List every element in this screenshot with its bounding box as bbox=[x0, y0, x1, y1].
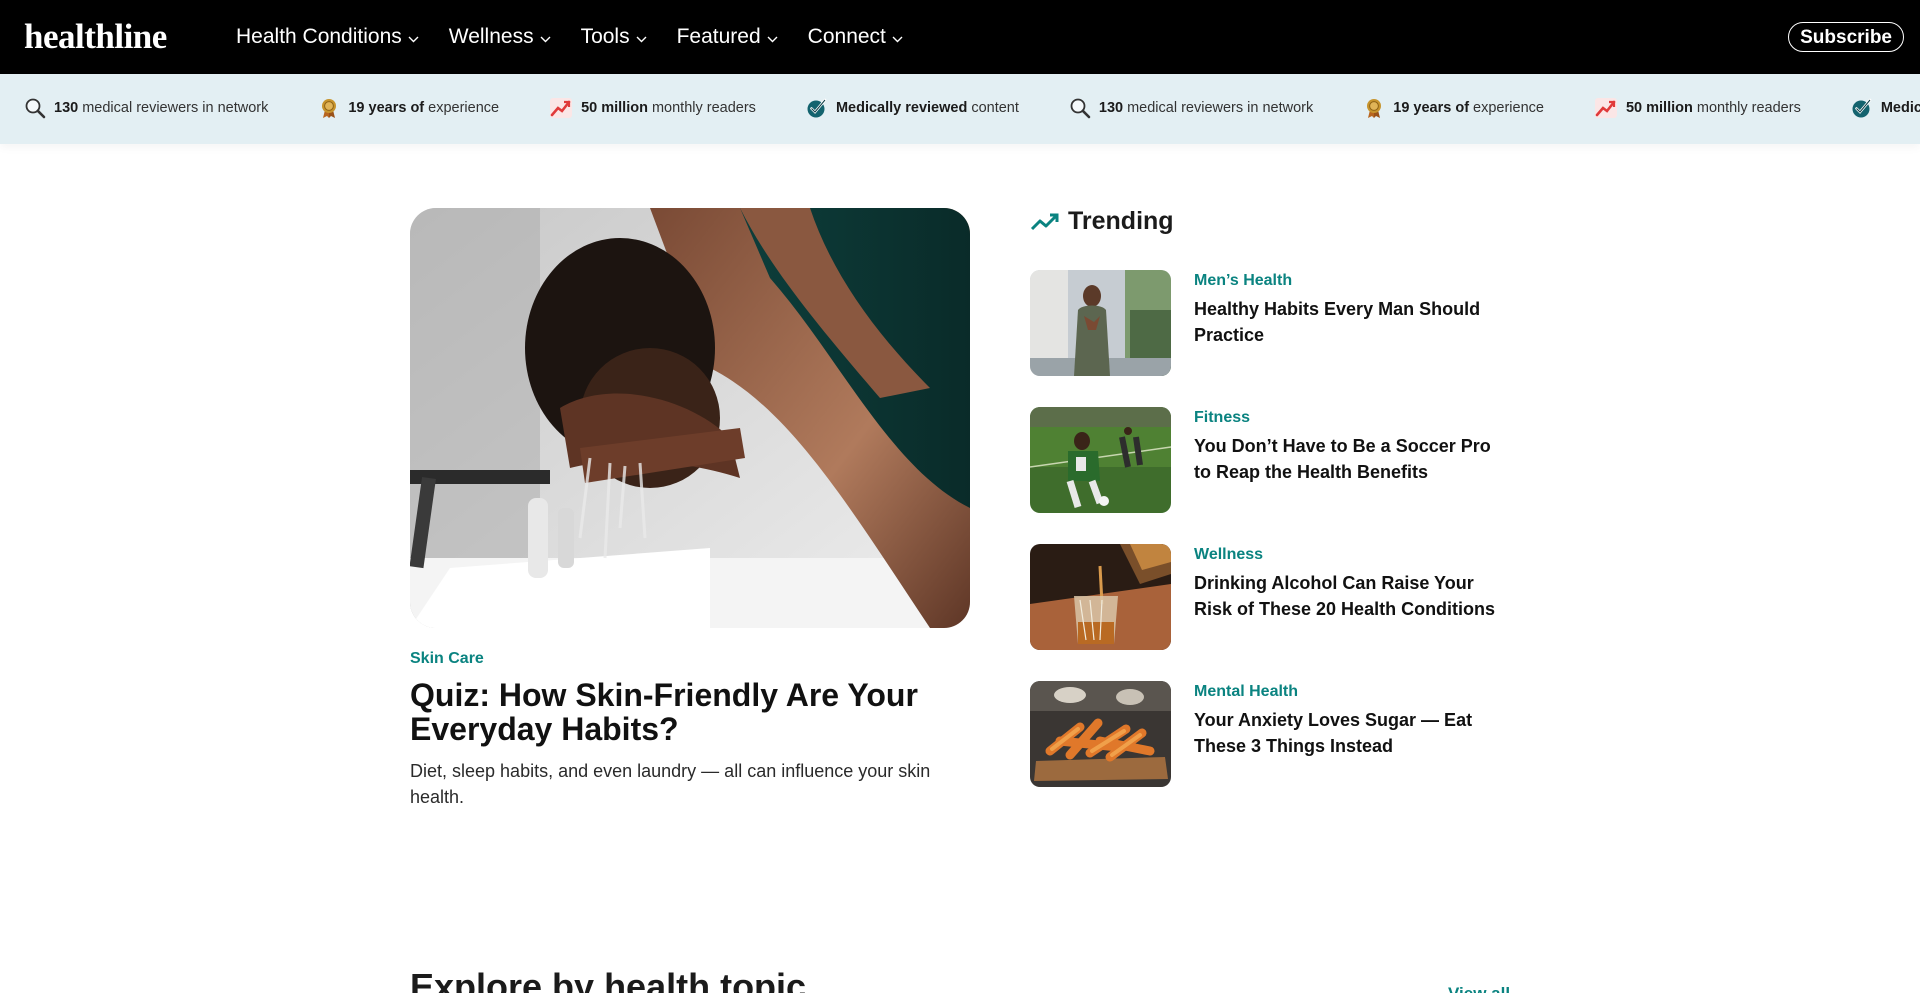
nav-featured[interactable]: Featured bbox=[677, 22, 778, 52]
trending-category-link[interactable]: Mental Health bbox=[1194, 681, 1298, 703]
ticker-item: Medically reviewedcontent bbox=[1851, 96, 1920, 120]
chevron-down-icon bbox=[892, 36, 903, 42]
award-ribbon-icon bbox=[322, 99, 337, 118]
nav-health-conditions[interactable]: Health Conditions bbox=[236, 22, 419, 52]
subscribe-button[interactable]: Subscribe bbox=[1788, 22, 1904, 52]
chevron-down-icon bbox=[767, 36, 778, 42]
hero-description: Diet, sleep habits, and even laundry — a… bbox=[410, 761, 931, 807]
ticker-text: experience bbox=[1473, 100, 1544, 116]
trending-title-link[interactable]: You Don’t Have to Be a Soccer Pro to Rea… bbox=[1194, 433, 1504, 485]
stats-ticker: 130 medical reviewers in network 19 years… bbox=[0, 74, 1920, 144]
ticker-text: experience bbox=[428, 100, 500, 116]
nav-wellness[interactable]: Wellness bbox=[449, 22, 551, 52]
nav-label: Wellness bbox=[448, 25, 534, 48]
ticker-bold: 50 million bbox=[581, 100, 648, 116]
ticker-text: monthly readers bbox=[1696, 100, 1801, 116]
ticker-bold: Medically reviewed bbox=[1880, 100, 1920, 116]
hero-category-link[interactable]: Skin Care bbox=[410, 648, 484, 670]
ticker-item: 130 medical reviewers in network bbox=[1069, 96, 1313, 120]
trend-chart-icon bbox=[550, 98, 573, 118]
trending-thumbnail[interactable] bbox=[1030, 544, 1171, 650]
chevron-down-icon bbox=[540, 36, 551, 42]
nav-label: Health Conditions bbox=[236, 25, 402, 48]
ticker-item: 50 million monthly readers bbox=[549, 96, 756, 120]
top-navigation-bar: healthline Health Conditions Wellness To… bbox=[0, 0, 1920, 74]
trending-title-link[interactable]: Drinking Alcohol Can Raise Your Risk of … bbox=[1194, 570, 1504, 622]
ticker-bold: 19 years of bbox=[1393, 100, 1470, 116]
view-all-link[interactable]: View all bbox=[1448, 984, 1510, 993]
nav-tools[interactable]: Tools bbox=[581, 22, 647, 52]
healthline-logo[interactable]: healthline bbox=[24, 18, 167, 56]
trending-category-link[interactable]: Men’s Health bbox=[1194, 270, 1292, 292]
trending-header: Trending bbox=[1030, 207, 1174, 236]
ticker-bold: 50 million bbox=[1625, 100, 1693, 116]
explore-heading: Explore by health topic bbox=[410, 966, 807, 993]
ticker-text: medical reviewers in network bbox=[1127, 100, 1314, 116]
man-washing-face-photo bbox=[410, 208, 970, 628]
trending-category-link[interactable]: Fitness bbox=[1194, 407, 1250, 429]
trending-item[interactable]: Men’s Health Healthy Habits Every Man Sh… bbox=[1030, 270, 1510, 376]
chevron-down-icon bbox=[636, 36, 647, 42]
award-ribbon-icon bbox=[1367, 99, 1382, 118]
magnifier-icon bbox=[25, 98, 46, 119]
main-nav-menu: Health Conditions Wellness Tools Feature… bbox=[236, 22, 933, 52]
ticker-bold: 130 bbox=[54, 100, 79, 116]
soccer-players-photo bbox=[1030, 407, 1171, 513]
nav-label: Tools bbox=[580, 25, 630, 48]
hero-title-link[interactable]: Quiz: How Skin-Friendly Are Your Everyda… bbox=[410, 678, 970, 746]
trending-thumbnail[interactable] bbox=[1030, 681, 1171, 787]
chevron-down-icon bbox=[408, 36, 419, 42]
trending-heading: Trending bbox=[1068, 207, 1174, 235]
magnifier-icon bbox=[1070, 98, 1091, 119]
trending-title-link[interactable]: Healthy Habits Every Man Should Practice bbox=[1194, 296, 1504, 348]
trending-category-link[interactable]: Wellness bbox=[1194, 544, 1263, 566]
sweet-potato-fries-photo bbox=[1030, 681, 1171, 787]
man-praying-outdoors-photo bbox=[1030, 270, 1171, 376]
check-badge-icon bbox=[1852, 98, 1872, 118]
trending-title-link[interactable]: Your Anxiety Loves Sugar — Eat These 3 T… bbox=[1194, 707, 1504, 759]
ticker-text: medical reviewers in network bbox=[82, 100, 269, 116]
nav-label: Featured bbox=[676, 25, 761, 48]
trending-item[interactable]: Wellness Drinking Alcohol Can Raise Your… bbox=[1030, 544, 1510, 650]
trending-thumbnail[interactable] bbox=[1030, 407, 1171, 513]
ticker-item: Medically reviewedcontent bbox=[806, 96, 1019, 120]
trending-item[interactable]: Mental Health Your Anxiety Loves Sugar —… bbox=[1030, 681, 1510, 787]
trending-arrow-icon bbox=[1030, 213, 1059, 230]
ticker-text: content bbox=[971, 100, 1019, 116]
ticker-item: 19 years of experience bbox=[318, 96, 499, 120]
trending-thumbnail[interactable] bbox=[1030, 270, 1171, 376]
ticker-item: 130 medical reviewers in network bbox=[24, 96, 268, 120]
trend-chart-icon bbox=[1594, 98, 1617, 118]
trending-item[interactable]: Fitness You Don’t Have to Be a Soccer Pr… bbox=[1030, 407, 1510, 513]
check-badge-icon bbox=[807, 98, 827, 118]
ticker-track: 130 medical reviewers in network 19 years… bbox=[24, 96, 1920, 120]
nav-connect[interactable]: Connect bbox=[808, 22, 903, 52]
ticker-bold: 19 years of bbox=[348, 100, 425, 116]
ticker-item: 50 million monthly readers bbox=[1594, 96, 1801, 120]
ticker-bold: 130 bbox=[1098, 100, 1124, 116]
ticker-bold: Medically reviewed bbox=[835, 100, 968, 116]
hero-image[interactable] bbox=[410, 208, 970, 628]
ticker-text: monthly readers bbox=[651, 100, 756, 116]
ticker-item: 19 years of experience bbox=[1363, 96, 1544, 120]
whiskey-pour-photo bbox=[1030, 544, 1171, 650]
nav-label: Connect bbox=[807, 25, 886, 48]
